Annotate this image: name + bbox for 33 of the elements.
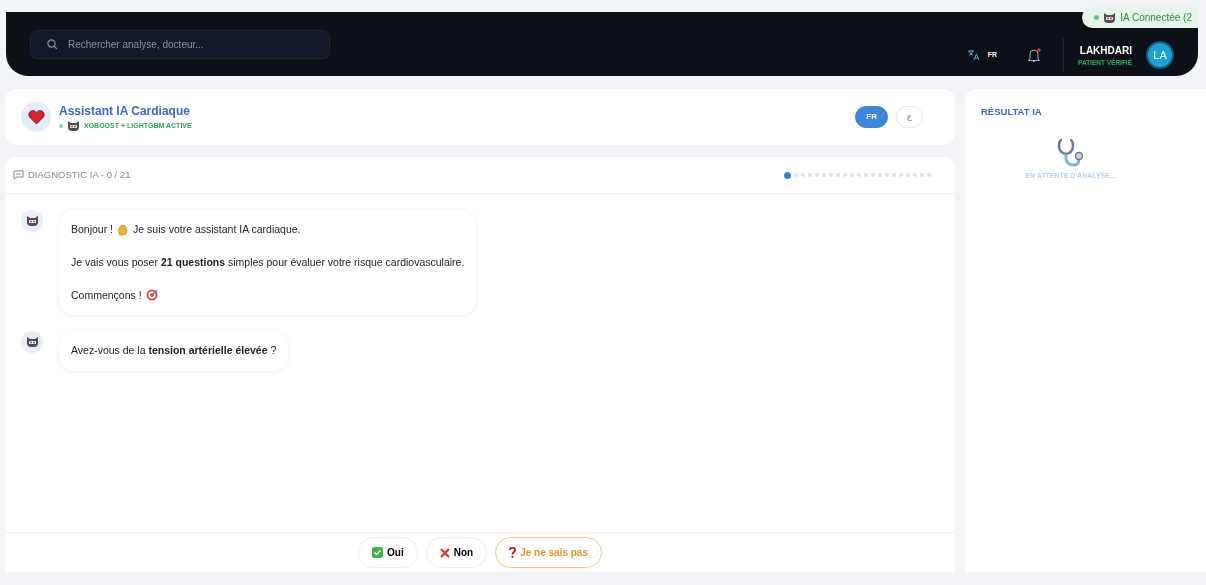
robot-icon: [1103, 11, 1117, 24]
assistant-title: Assistant IA Cardiaque: [59, 103, 191, 120]
message-text: Je suis votre assistant IA cardiaque.: [133, 222, 301, 237]
status-dot-icon: [59, 124, 63, 128]
robot-avatar-icon: [25, 336, 39, 349]
robot-icon: [67, 120, 80, 132]
notification-bell-icon[interactable]: [1027, 46, 1042, 64]
search-icon: [47, 38, 58, 50]
language-toggle[interactable]: FR: [855, 106, 888, 128]
answer-button[interactable]: Non: [425, 537, 488, 568]
language-toggle[interactable]: ع: [896, 106, 923, 128]
chat-icon: [13, 170, 24, 180]
translate-icon[interactable]: [966, 49, 980, 61]
answer-button[interactable]: Oui: [358, 537, 418, 568]
answer-button[interactable]: Je ne sais pas: [495, 537, 602, 568]
robot-avatar-icon: [25, 215, 39, 227]
search-field[interactable]: Rechercher analyse, docteur...: [30, 29, 330, 59]
question-mark-icon: [509, 547, 517, 558]
connection-label: IA Connectée (2: [1120, 11, 1192, 25]
user-avatar[interactable]: LA: [1146, 41, 1174, 69]
message-text: Avez-vous de la tension artérielle élevée ?: [71, 343, 277, 359]
search-input[interactable]: Rechercher analyse, docteur...: [66, 35, 306, 53]
message-text: Commençons !: [71, 287, 142, 303]
message-text: Je vais vous poser 21 questions simples pour évaluer votre risque cardiovasculaire.: [71, 254, 465, 270]
checkmark-icon: [372, 547, 383, 558]
message-text: Bonjour !: [71, 222, 114, 237]
result-title: RÉSULTAT IA: [981, 105, 1043, 119]
heart-icon: [27, 109, 45, 125]
target-icon: [145, 289, 158, 302]
diagnostic-title: DIAGNOSTIC IA - 0 / 21: [28, 167, 131, 182]
cross-icon: [439, 547, 450, 558]
user-name: LAKHDARI: [1079, 43, 1132, 58]
stethoscope-icon: [1056, 137, 1085, 168]
